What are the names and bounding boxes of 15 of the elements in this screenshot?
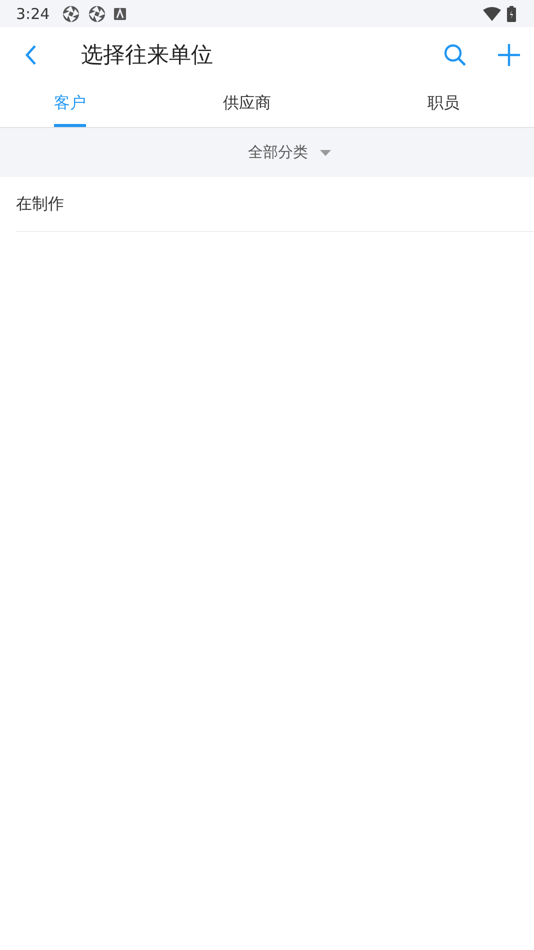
category-dropdown[interactable]: 全部分类 xyxy=(248,139,331,166)
back-icon[interactable] xyxy=(24,44,38,66)
notification-icon xyxy=(114,8,126,20)
tab[interactable]: 职员 xyxy=(428,82,460,127)
list-item[interactable]: 在制作 xyxy=(16,177,534,232)
tab[interactable]: 供应商 xyxy=(222,82,271,127)
add-icon[interactable] xyxy=(498,44,520,66)
caret-icon xyxy=(320,150,331,156)
page-title: 选择往来单位 xyxy=(81,42,213,70)
aperture-icon xyxy=(88,4,106,22)
battery-icon xyxy=(507,6,516,22)
aperture-icon xyxy=(62,4,80,22)
search-icon[interactable] xyxy=(443,42,467,66)
status-time: 3:24 xyxy=(16,4,50,22)
wifi-icon xyxy=(483,6,501,20)
